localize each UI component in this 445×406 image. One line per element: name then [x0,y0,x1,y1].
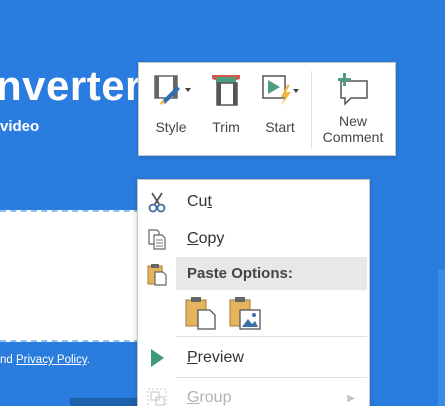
new-comment-icon [333,69,373,109]
copy-icon [146,228,168,250]
menu-item-cut[interactable]: Cut [138,185,369,219]
style-button[interactable]: Style [139,69,203,151]
paste-keep-source-icon [184,296,218,335]
paste-picture-icon [228,296,262,335]
play-triangle-icon [146,347,168,369]
preview-label: Preview [187,349,244,367]
new-comment-label: New Comment [323,113,384,145]
trim-label: Trim [212,119,240,135]
policy-suffix: . [86,354,90,366]
bottom-band [70,398,140,406]
paste-picture-button[interactable] [228,296,262,335]
privacy-policy-link[interactable]: Privacy Policy [16,354,87,366]
preview-label-accel: P [187,349,198,366]
paste-options-header: Paste Options: [176,257,367,290]
cut-label: Cut [187,193,212,211]
new-comment-label-line2: Comment [322,129,384,145]
context-menu: Cut Copy Paste Options: Preview Group ▶ [137,179,370,406]
menu-divider [176,377,367,378]
menu-divider [176,336,367,337]
slide-title: nverter [0,62,142,109]
mini-toolbar: Style Trim Start New Comment [138,62,396,156]
policy-prefix: nd [0,354,16,366]
menu-item-preview[interactable]: Preview [138,341,369,375]
menu-item-copy[interactable]: Copy [138,222,369,256]
menu-item-group[interactable]: Group ▶ [138,381,369,406]
group-label-post: roup [199,389,232,406]
cut-label-pre: Cu [187,193,208,210]
right-edge-strip [438,270,445,406]
policy-text: nd Privacy Policy. [0,354,90,366]
trim-film-icon [208,69,244,109]
slide-subtitle: video [0,118,40,135]
copy-label-accel: C [187,230,199,247]
clipboard-icon [146,262,168,286]
group-label-accel: G [187,389,200,406]
copy-label-post: opy [198,230,225,247]
style-brush-icon [149,69,193,109]
paste-options-row [184,296,262,335]
submenu-arrow-icon: ▶ [347,392,355,404]
preview-label-post: review [197,349,244,366]
cut-label-accel: t [207,193,212,210]
new-comment-button[interactable]: New Comment [312,69,394,151]
copy-label: Copy [187,230,224,248]
video-placeholder[interactable] [0,210,140,342]
new-comment-label-line1: New [338,113,367,129]
start-button[interactable]: Start [249,69,311,151]
trim-button[interactable]: Trim [203,69,249,151]
group-icon [146,387,168,406]
group-label: Group [187,389,231,406]
paste-keep-source-button[interactable] [184,296,218,335]
scissors-icon [146,191,168,213]
start-lightning-icon [257,69,303,109]
style-label: Style [155,119,187,135]
start-label: Start [265,119,295,135]
